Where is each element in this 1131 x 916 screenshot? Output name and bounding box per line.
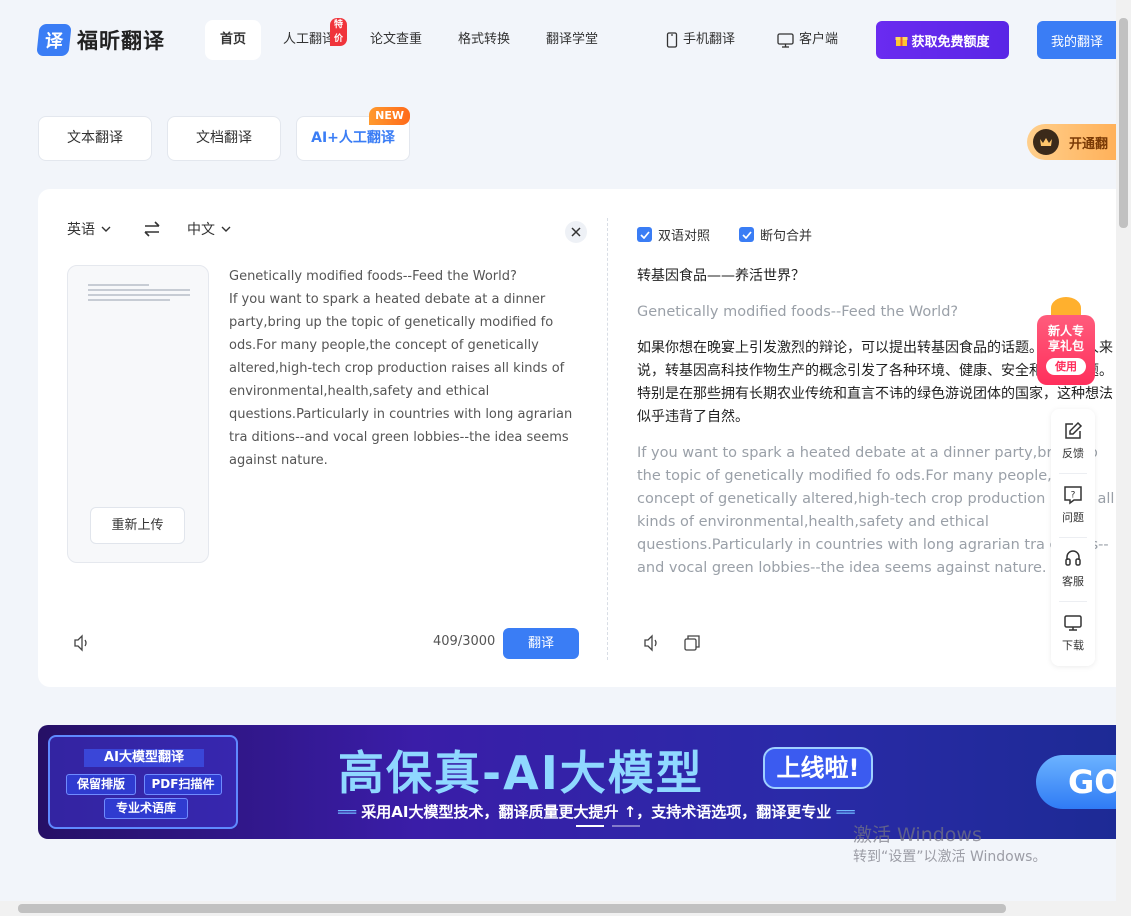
source-title: Genetically modified foods--Feed the Wor… (229, 269, 517, 284)
tab-ai-human-label: AI+人工翻译 (311, 130, 395, 146)
gift-use-button[interactable]: 使用 (1046, 358, 1086, 375)
banner-subtitle-text: 采用AI大模型技术，翻译质量更大提升 ↑，支持术语选项，翻译更专业 (361, 803, 832, 821)
feedback-label: 反馈 (1062, 447, 1084, 460)
nav-format-convert[interactable]: 格式转换 (454, 20, 514, 60)
newcomer-gift-widget[interactable]: 新人专 享礼包 使用 (1037, 297, 1095, 387)
original-paragraph: If you want to spark a heated debate at … (637, 445, 1115, 576)
logo-icon: 译 (36, 24, 72, 56)
logo-text: 福昕翻译 (77, 29, 165, 53)
panel-divider (607, 218, 608, 660)
tab-ai-human-translation[interactable]: AI+人工翻译 NEW (296, 107, 410, 161)
banner-subtitle: ══ 采用AI大模型技术，翻译质量更大提升 ↑，支持术语选项，翻译更专业 ══ (338, 801, 855, 822)
edit-icon (1065, 421, 1083, 439)
banner-chip: 保留排版 (66, 774, 136, 795)
headset-icon (1065, 550, 1081, 566)
translate-button[interactable]: 翻译 (503, 628, 579, 659)
free-quota-button[interactable]: 获取免费额度 (876, 21, 1009, 59)
merge-sentences-label: 断句合并 (760, 229, 813, 244)
gift-line1: 新人专 (1047, 324, 1084, 338)
source-language-label: 英语 (67, 222, 95, 238)
clear-button[interactable] (565, 221, 587, 243)
horizontal-scroll-thumb[interactable] (18, 904, 1006, 913)
translated-title: 转基因食品——养活世界？ (637, 268, 805, 284)
client-link[interactable]: 客户端 (777, 20, 838, 60)
banner-go-button[interactable]: GO (1036, 755, 1116, 809)
mobile-translation-label: 手机翻译 (683, 32, 736, 47)
download-label: 下载 (1062, 639, 1084, 652)
nav-plagiarism-check[interactable]: 论文查重 (366, 20, 426, 60)
tab-text-translation[interactable]: 文本翻译 (38, 116, 152, 161)
windows-activation-hint: 转到“设置”以激活 Windows。 (853, 849, 1047, 865)
banner-sub-deco: ══ (338, 803, 362, 821)
copy-icon[interactable] (682, 633, 702, 653)
gift-line2: 享礼包 (1047, 339, 1084, 353)
banner-headline: 高保真-AI大模型 (338, 746, 704, 800)
carousel-dot[interactable] (612, 825, 640, 827)
svg-text:?: ? (1071, 491, 1076, 501)
checkbox-checked-icon (637, 227, 652, 242)
windows-activation-watermark: 激活 Windows (853, 824, 982, 846)
banner-chip: 专业术语库 (104, 798, 188, 819)
nav-human-translation-label: 人工翻译 (282, 32, 335, 47)
source-language-select[interactable]: 英语 (67, 219, 111, 239)
new-badge: NEW (369, 107, 410, 125)
feedback-button[interactable]: 反馈 (1051, 409, 1095, 473)
vertical-scroll-thumb[interactable] (1119, 18, 1128, 228)
gift-icon (895, 36, 908, 46)
monitor-icon (777, 32, 794, 48)
gift-body: 新人专 享礼包 使用 (1037, 315, 1095, 385)
logo[interactable]: 译 福昕翻译 (36, 24, 165, 56)
banner-box-title: AI大模型翻译 (84, 749, 204, 767)
merge-sentences-checkbox[interactable]: 断句合并 (739, 225, 812, 244)
chevron-down-icon (221, 226, 231, 232)
document-preview-lines (88, 284, 190, 308)
banner-sub-deco: ══ (831, 803, 855, 821)
customer-service-label: 客服 (1062, 575, 1084, 588)
close-icon (571, 227, 581, 237)
vip-open-button[interactable]: 开通翻 (1027, 124, 1116, 160)
customer-service-button[interactable]: 客服 (1051, 537, 1095, 601)
char-counter: 409/3000 (433, 634, 496, 649)
target-language-label: 中文 (187, 222, 215, 238)
source-paragraph: If you want to spark a heated debate at … (229, 292, 573, 468)
vip-crown-icon (1033, 129, 1059, 155)
question-button[interactable]: ? 问题 (1051, 473, 1095, 537)
nav-human-translation[interactable]: 人工翻译 特价 (278, 18, 348, 60)
chevron-down-icon (101, 226, 111, 232)
my-translation-button[interactable]: 我的翻译 (1037, 21, 1117, 59)
target-language-select[interactable]: 中文 (187, 219, 231, 239)
question-label: 问题 (1062, 511, 1084, 524)
banner-chip: PDF扫描件 (144, 774, 222, 795)
checkbox-checked-icon (739, 227, 754, 242)
speaker-icon[interactable] (642, 633, 662, 653)
client-label: 客户端 (799, 32, 839, 47)
phone-icon (666, 32, 678, 48)
side-toolbar: 反馈 ? 问题 客服 下载 (1051, 409, 1095, 666)
vertical-scrollbar[interactable] (1116, 0, 1131, 916)
speaker-icon[interactable] (72, 633, 92, 653)
banner-feature-box: AI大模型翻译 保留排版 PDF扫描件 专业术语库 (48, 735, 238, 829)
nav-translation-school[interactable]: 翻译学堂 (542, 20, 602, 60)
bilingual-label: 双语对照 (658, 229, 711, 244)
bilingual-checkbox[interactable]: 双语对照 (637, 225, 710, 244)
free-quota-label: 获取免费额度 (911, 34, 990, 50)
reupload-button[interactable]: 重新上传 (90, 507, 185, 544)
swap-languages-icon[interactable] (142, 219, 162, 239)
nav-home[interactable]: 首页 (205, 20, 261, 60)
horizontal-scrollbar[interactable] (0, 901, 1116, 916)
question-icon: ? (1064, 486, 1082, 505)
banner-live-badge: 上线啦! (763, 747, 873, 789)
vip-label: 开通翻 (1069, 136, 1109, 152)
tab-document-translation[interactable]: 文档翻译 (167, 116, 281, 161)
mobile-translation-link[interactable]: 手机翻译 (666, 20, 735, 60)
download-button[interactable]: 下载 (1051, 601, 1095, 665)
monitor-icon (1064, 615, 1082, 631)
special-price-badge: 特价 (330, 18, 348, 46)
carousel-dot-active[interactable] (576, 825, 604, 827)
source-text[interactable]: Genetically modified foods--Feed the Wor… (229, 265, 574, 472)
header: 译 福昕翻译 首页 人工翻译 特价 论文查重 格式转换 翻译学堂 手机翻译 客户… (0, 0, 1117, 80)
